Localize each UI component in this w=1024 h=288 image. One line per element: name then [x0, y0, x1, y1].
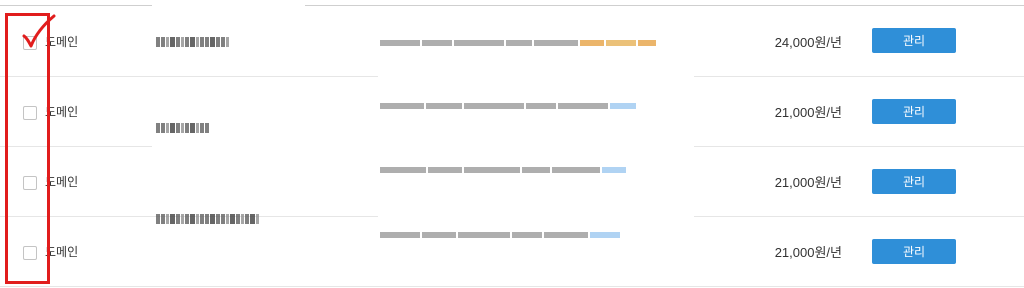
redaction-mask — [378, 136, 694, 148]
domain-name-blurred — [156, 214, 259, 224]
annotation-highlight-box — [5, 13, 50, 284]
redaction-mask — [378, 74, 694, 78]
redaction-mask — [378, 200, 694, 218]
redaction-mask — [152, 0, 305, 6]
price-text: 21,000원/년 — [774, 175, 842, 190]
price-text: 21,000원/년 — [774, 245, 842, 260]
redaction-mask — [152, 145, 378, 148]
period-blurred — [380, 102, 636, 110]
manage-button[interactable]: 관리 — [872, 99, 956, 124]
manage-button[interactable]: 관리 — [872, 28, 956, 53]
row-divider — [0, 286, 1024, 287]
price-text: 21,000원/년 — [774, 105, 842, 120]
period-blurred — [380, 39, 656, 47]
table-row: 도메인 21,000원/년 관리 — [0, 214, 1024, 287]
domain-name-blurred — [156, 123, 209, 133]
manage-button[interactable]: 관리 — [872, 169, 956, 194]
price-text: 24,000원/년 — [774, 35, 842, 50]
check-mark-icon — [22, 14, 56, 48]
period-blurred — [380, 231, 620, 239]
period-blurred — [380, 166, 626, 174]
domain-name-blurred — [156, 37, 229, 47]
table-row: 도메인 24,000원/년 관리 — [0, 6, 1024, 76]
manage-button[interactable]: 관리 — [872, 239, 956, 264]
